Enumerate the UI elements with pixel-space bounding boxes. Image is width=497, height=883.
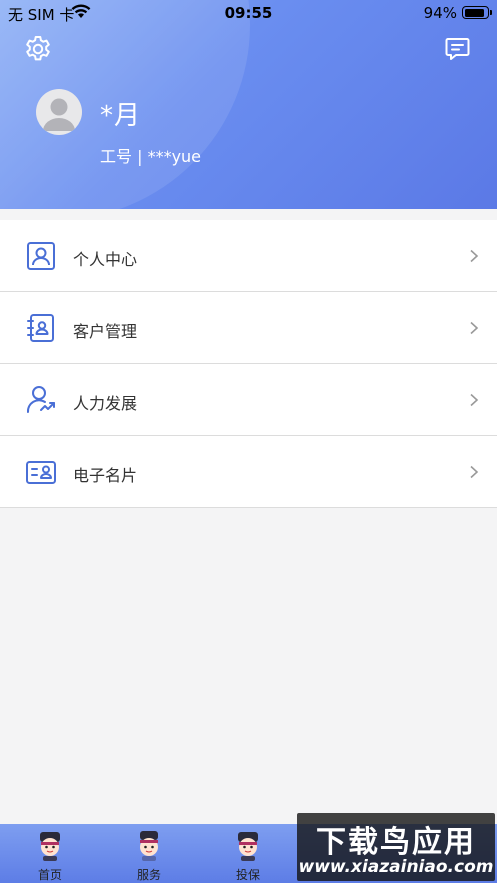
chevron-right-icon bbox=[470, 393, 479, 407]
person-growth-icon bbox=[26, 386, 55, 413]
tab-service[interactable]: 服务 bbox=[99, 824, 199, 883]
menu-item-hr-development[interactable]: 人力发展 bbox=[0, 364, 497, 436]
battery-icon bbox=[462, 6, 492, 19]
watermark-url: www.xiazainiao.com bbox=[298, 857, 494, 877]
contacts-book-icon bbox=[27, 314, 54, 342]
person-card-icon bbox=[27, 242, 55, 270]
clock: 09:55 bbox=[224, 4, 273, 22]
username: *月 bbox=[100, 101, 142, 131]
menu-item-customer-management[interactable]: 客户管理 bbox=[0, 292, 497, 364]
mascot-icon bbox=[40, 832, 60, 861]
menu-item-business-card[interactable]: 电子名片 bbox=[0, 436, 497, 508]
chevron-right-icon bbox=[470, 249, 479, 263]
menu-item-label: 电子名片 bbox=[73, 466, 138, 485]
battery-percent: 94% bbox=[423, 4, 457, 22]
chevron-right-icon bbox=[470, 465, 479, 479]
menu-list: 个人中心 客户管理 人力发展 电子名片 bbox=[0, 220, 497, 508]
menu-item-label: 客户管理 bbox=[73, 322, 138, 341]
watermark-overlay: 下载鸟应用 www.xiazainiao.com bbox=[297, 813, 495, 881]
chevron-right-icon bbox=[470, 321, 479, 335]
menu-item-label: 个人中心 bbox=[73, 250, 138, 269]
avatar[interactable] bbox=[36, 89, 82, 135]
profile-header: 无 SIM 卡 09:55 94% *月 工号 | ***yue bbox=[0, 0, 497, 209]
tab-label: 服务 bbox=[136, 868, 161, 882]
tab-home[interactable]: 首页 bbox=[0, 824, 100, 883]
tab-insure[interactable]: 投保 bbox=[198, 824, 298, 883]
mascot-icon bbox=[140, 831, 158, 861]
status-bar: 无 SIM 卡 09:55 94% bbox=[0, 0, 497, 26]
gear-icon[interactable] bbox=[23, 34, 53, 64]
watermark-title: 下载鸟应用 bbox=[316, 825, 476, 860]
menu-item-personal-center[interactable]: 个人中心 bbox=[0, 220, 497, 292]
menu-item-label: 人力发展 bbox=[73, 394, 138, 413]
tab-label: 投保 bbox=[235, 868, 260, 882]
employee-id: 工号 | ***yue bbox=[100, 147, 202, 166]
default-avatar-icon bbox=[43, 98, 75, 131]
business-card-icon bbox=[26, 461, 56, 484]
message-icon[interactable] bbox=[444, 36, 471, 63]
mascot-icon bbox=[238, 832, 258, 861]
tab-label: 首页 bbox=[37, 868, 62, 882]
